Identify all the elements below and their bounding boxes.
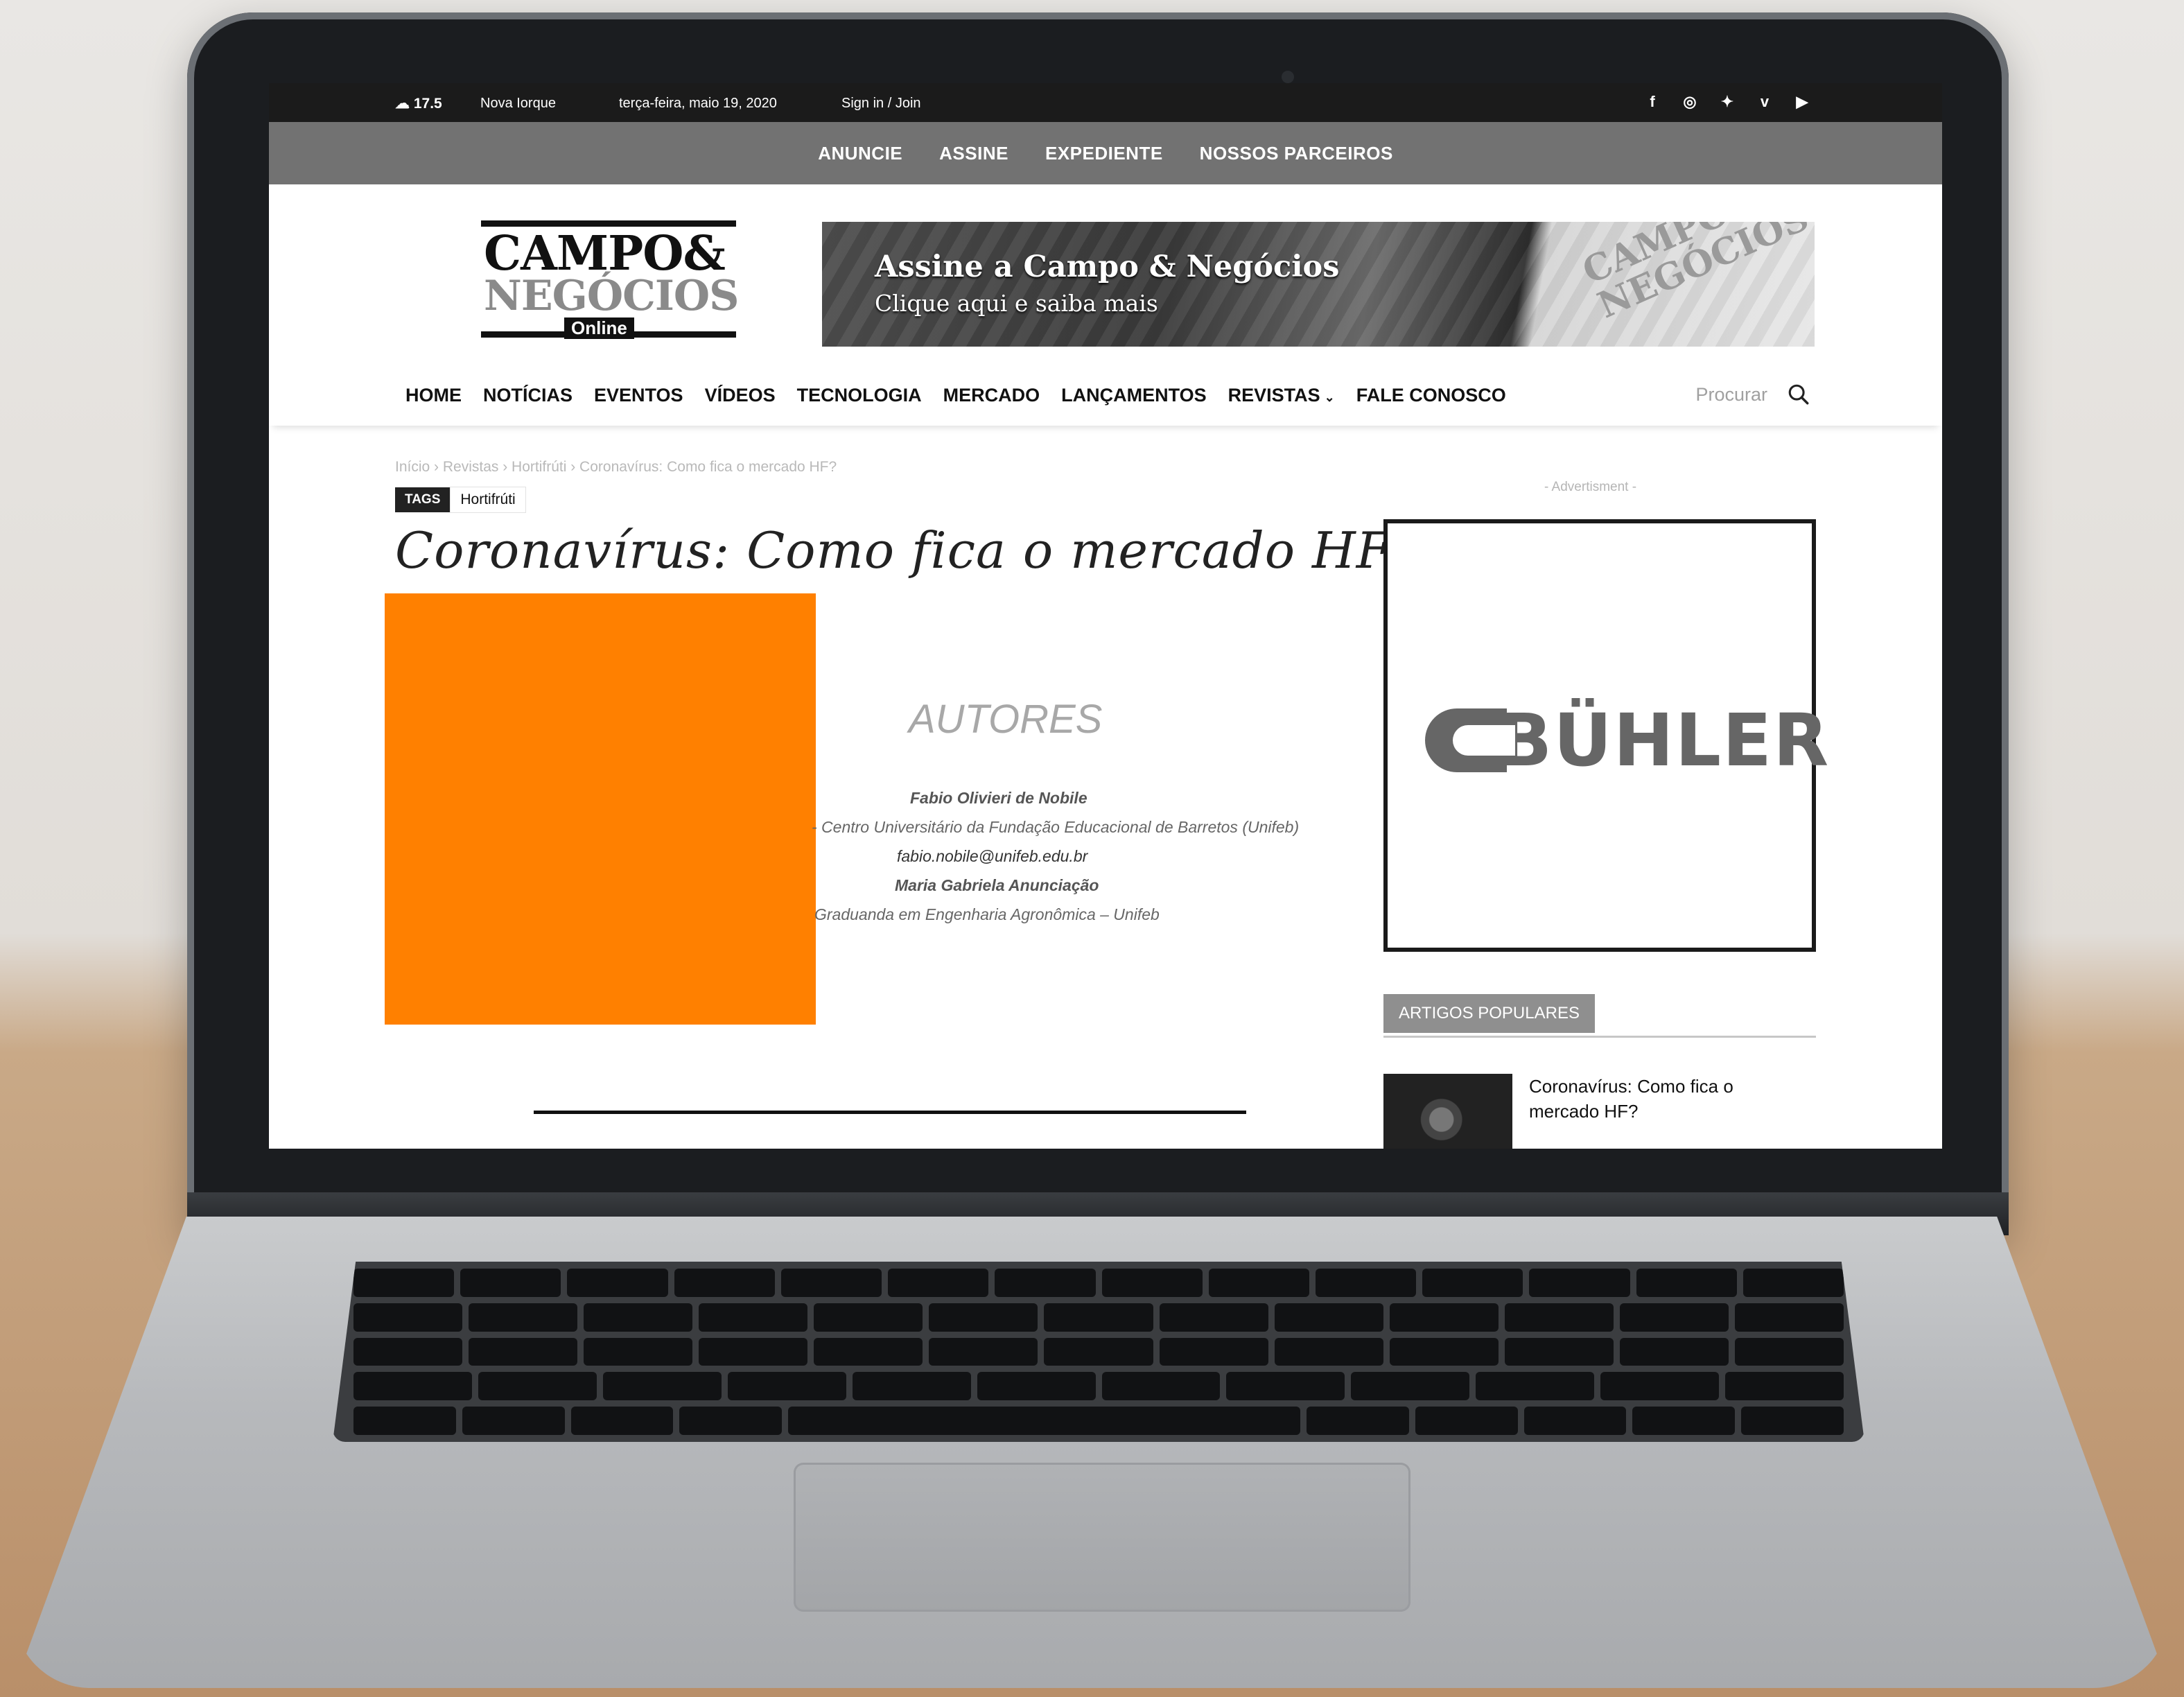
subscribe-banner[interactable]: Assine a Campo & Negócios Clique aqui e … bbox=[822, 222, 1815, 347]
nav-fale-conosco[interactable]: FALE CONOSCO bbox=[1356, 385, 1506, 406]
buhler-swoosh-icon bbox=[1425, 708, 1515, 772]
author1-name: Fabio Olivieri de Nobile bbox=[910, 789, 1087, 807]
popular-underline bbox=[1383, 1036, 1816, 1038]
menu-expediente[interactable]: EXPEDIENTE bbox=[1045, 143, 1163, 164]
search-icon[interactable] bbox=[1787, 383, 1810, 406]
temperature: 17.5 bbox=[413, 96, 442, 112]
nav-tecnologia[interactable]: TECNOLOGIA bbox=[797, 385, 922, 406]
search-input[interactable]: Procurar bbox=[1695, 384, 1767, 406]
content-divider bbox=[534, 1111, 1246, 1114]
nav-videos[interactable]: VÍDEOS bbox=[705, 385, 776, 406]
nav-revistas-label: REVISTAS bbox=[1228, 384, 1320, 406]
ad-label: - Advertisment - bbox=[1544, 480, 1637, 494]
popular-thumbnail[interactable] bbox=[1383, 1074, 1512, 1149]
nav-revistas[interactable]: REVISTAS ⌄ bbox=[1228, 385, 1335, 406]
date-label: terça-feira, maio 19, 2020 bbox=[619, 96, 777, 111]
twitter-icon[interactable]: ✦ bbox=[1719, 93, 1736, 111]
top-menu: ANUNCIE ASSINE EXPEDIENTE NOSSOS PARCEIR… bbox=[269, 122, 1942, 184]
menu-anuncie[interactable]: ANUNCIE bbox=[818, 143, 902, 164]
youtube-icon[interactable]: ▶ bbox=[1794, 93, 1810, 111]
buhler-logo: BÜHLER bbox=[1425, 698, 1830, 783]
banner-headline: Assine a Campo & Negócios bbox=[875, 250, 1340, 284]
nav-noticias[interactable]: NOTÍCIAS bbox=[483, 385, 573, 406]
article-area: Início › Revistas › Hortifrúti › Coronav… bbox=[269, 426, 1942, 1149]
laptop-keyboard bbox=[333, 1262, 1864, 1442]
popular-heading: ARTIGOS POPULARES bbox=[1383, 994, 1595, 1033]
featured-image-placeholder bbox=[385, 593, 816, 1025]
chevron-down-icon: ⌄ bbox=[1324, 390, 1335, 404]
search-box[interactable]: Procurar bbox=[1695, 383, 1810, 406]
nav-mercado[interactable]: MERCADO bbox=[943, 385, 1040, 406]
sidebar-ad[interactable]: BÜHLER bbox=[1383, 519, 1828, 952]
trackpad bbox=[794, 1463, 1410, 1612]
instagram-icon[interactable]: ◎ bbox=[1681, 93, 1698, 111]
nav-home[interactable]: HOME bbox=[405, 385, 462, 406]
author1-affiliation: - Centro Universitário da Fundação Educa… bbox=[812, 818, 1300, 836]
article-title: Coronavírus: Como fica o mercado HF? bbox=[395, 521, 1419, 580]
author2-affiliation: Graduanda em Engenharia Agronômica – Uni… bbox=[814, 905, 1160, 923]
popular-article-link[interactable]: Coronavírus: Como fica o mercado HF? bbox=[1529, 1074, 1792, 1124]
facebook-icon[interactable]: f bbox=[1644, 93, 1661, 111]
site-header: CAMPO& NEGÓCIOS Online Assine a Campo & … bbox=[269, 184, 1942, 365]
nav-eventos[interactable]: EVENTOS bbox=[594, 385, 683, 406]
tag-hortifruti[interactable]: Hortifrúti bbox=[450, 487, 526, 513]
menu-nossos-parceiros[interactable]: NOSSOS PARCEIROS bbox=[1200, 143, 1393, 164]
social-links: f ◎ ✦ v ▶ bbox=[1644, 93, 1810, 111]
browser-screen: ☁ 17.5 Nova Iorque terça-feira, maio 19,… bbox=[269, 83, 1942, 1149]
main-nav: HOME NOTÍCIAS EVENTOS VÍDEOS TECNOLOGIA … bbox=[269, 365, 1942, 426]
sign-in-link[interactable]: Sign in / Join bbox=[841, 96, 921, 112]
breadcrumb[interactable]: Início › Revistas › Hortifrúti › Coronav… bbox=[395, 459, 837, 476]
weather-widget: ☁ 17.5 bbox=[395, 96, 442, 112]
banner-subline: Clique aqui e saiba mais bbox=[875, 290, 1158, 317]
site-logo[interactable]: CAMPO& NEGÓCIOS Online bbox=[481, 220, 739, 339]
tags-row: TAGS Hortifrúti bbox=[395, 487, 526, 513]
tags-label: TAGS bbox=[395, 487, 451, 512]
menu-assine[interactable]: ASSINE bbox=[939, 143, 1008, 164]
nav-lancamentos[interactable]: LANÇAMENTOS bbox=[1061, 385, 1207, 406]
vimeo-icon[interactable]: v bbox=[1756, 93, 1773, 111]
top-bar: ☁ 17.5 Nova Iorque terça-feira, maio 19,… bbox=[269, 83, 1942, 122]
webcam bbox=[1282, 71, 1294, 83]
logo-line2: NEGÓCIOS bbox=[484, 272, 739, 320]
author2-name: Maria Gabriela Anunciação bbox=[895, 876, 1099, 894]
city-label: Nova Iorque bbox=[480, 96, 556, 111]
logo-online-badge: Online bbox=[564, 317, 634, 339]
ad-brand: BÜHLER bbox=[1497, 698, 1831, 783]
author1-email[interactable]: fabio.nobile@unifeb.edu.br bbox=[897, 847, 1087, 866]
authors-heading: AUTORES bbox=[909, 697, 1103, 742]
